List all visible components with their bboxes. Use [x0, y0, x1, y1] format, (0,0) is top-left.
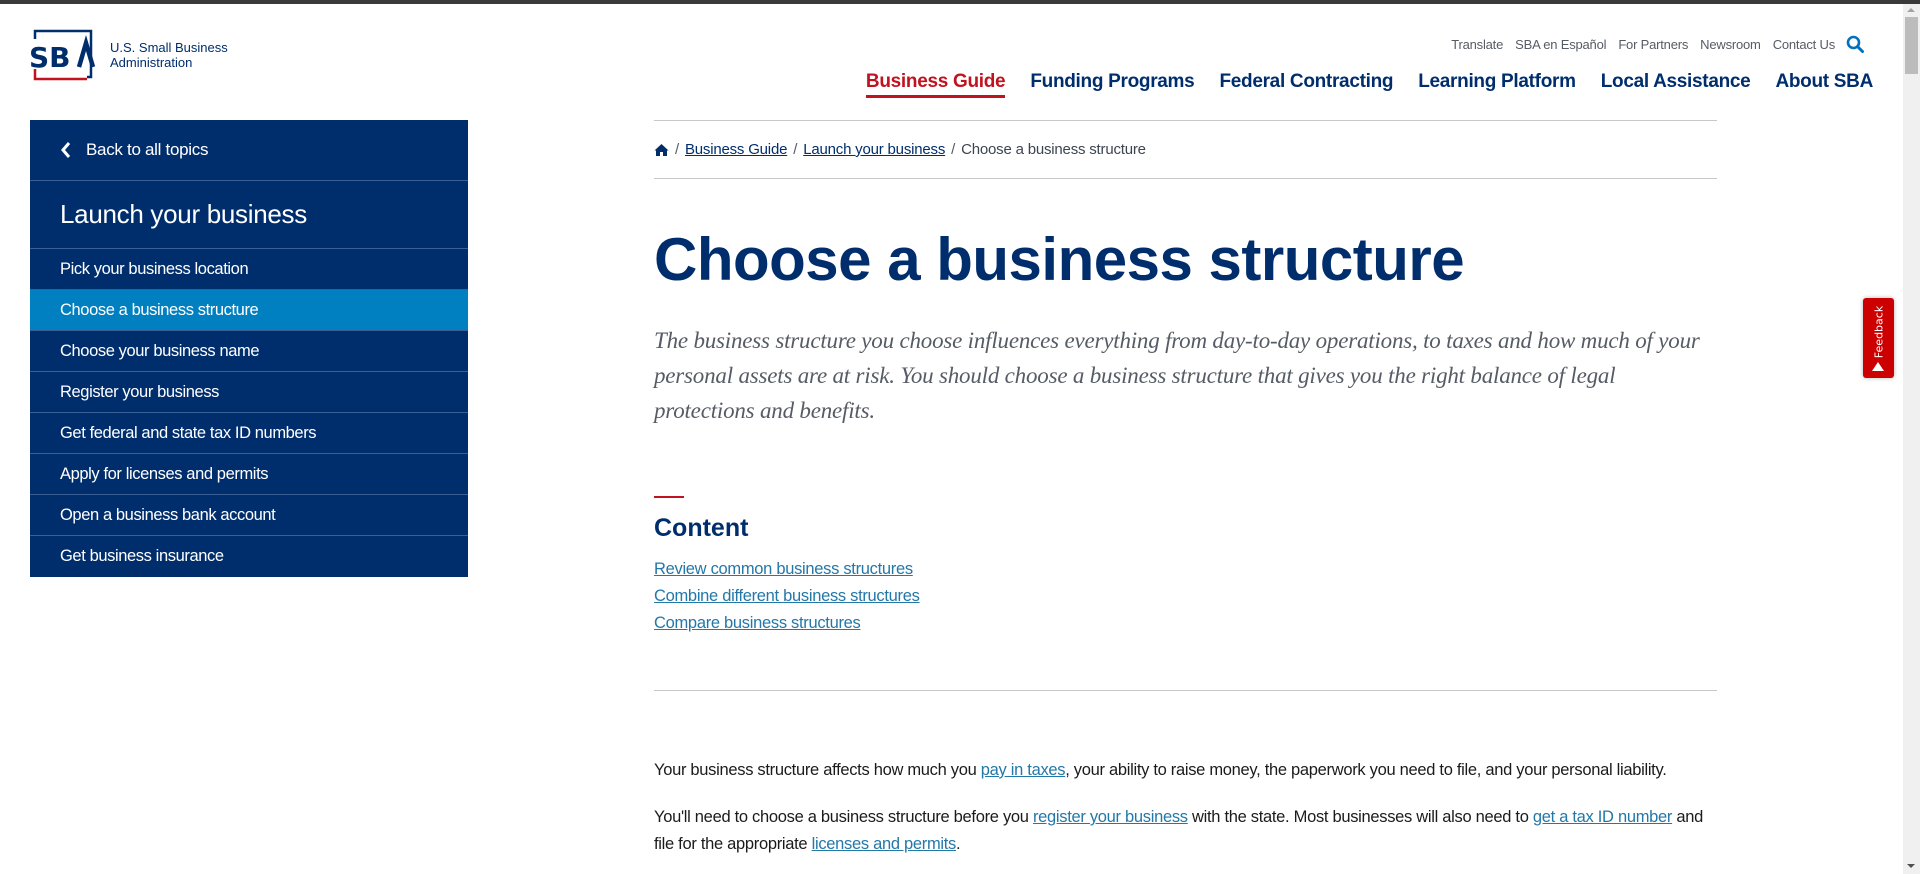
feedback-button[interactable]: Feedback [1863, 298, 1894, 378]
breadcrumb-separator: / [951, 141, 956, 158]
nav-about-sba[interactable]: About SBA [1775, 71, 1873, 98]
nav-local-assistance[interactable]: Local Assistance [1601, 71, 1751, 98]
logo-text-line1: U.S. Small Business [110, 40, 228, 55]
table-of-contents: Review common business structures Combin… [654, 556, 1717, 637]
content-accent-bar [654, 496, 684, 498]
sidebar-item-pick-location[interactable]: Pick your business location [30, 249, 468, 290]
back-label: Back to all topics [86, 140, 209, 159]
link-register-your-business[interactable]: register your business [1033, 808, 1188, 826]
utility-nav: Translate SBA en Español For Partners Ne… [1439, 35, 1864, 53]
sidebar-item-licenses[interactable]: Apply for licenses and permits [30, 454, 468, 495]
toc-link-review[interactable]: Review common business structures [654, 556, 1717, 583]
nav-federal-contracting[interactable]: Federal Contracting [1219, 71, 1393, 98]
logo-text: U.S. Small Business Administration [110, 40, 228, 70]
body-paragraph-1: Your business structure affects how much… [654, 757, 1717, 784]
sidebar-item-bank-account[interactable]: Open a business bank account [30, 495, 468, 536]
link-pay-in-taxes[interactable]: pay in taxes [981, 761, 1066, 779]
sidebar-item-choose-structure[interactable]: Choose a business structure [30, 290, 468, 331]
sidebar-item-insurance[interactable]: Get business insurance [30, 536, 468, 577]
scroll-up-arrow-icon[interactable] [1907, 8, 1915, 12]
main-content: / Business Guide / Launch your business … [654, 120, 1717, 858]
page-title: Choose a business structure [654, 226, 1465, 293]
text-span: Your business structure affects how much… [654, 761, 981, 779]
text-span: , your ability to raise money, the paper… [1065, 761, 1667, 779]
utility-link-espanol[interactable]: SBA en Español [1515, 37, 1606, 52]
nav-learning-platform[interactable]: Learning Platform [1418, 71, 1576, 98]
sba-logo[interactable]: SB U.S. Small Business Administration [29, 29, 228, 81]
nav-business-guide[interactable]: Business Guide [865, 71, 1006, 98]
breadcrumb-separator: / [793, 141, 798, 158]
main-nav: Business Guide Funding Programs Federal … [841, 71, 1873, 98]
home-icon[interactable] [654, 143, 669, 157]
sba-logo-mark: SB [29, 29, 97, 81]
search-icon[interactable] [1846, 35, 1864, 53]
utility-link-contact[interactable]: Contact Us [1773, 37, 1836, 52]
text-span: . [956, 835, 961, 853]
page-lede: The business structure you choose influe… [654, 328, 1700, 423]
body-paragraph-2: You'll need to choose a business structu… [654, 804, 1717, 858]
logo-text-line2: Administration [110, 55, 193, 70]
arrow-up-icon [1872, 362, 1884, 371]
utility-link-newsroom[interactable]: Newsroom [1700, 37, 1761, 52]
text-span: with the state. Most businesses will als… [1187, 808, 1533, 826]
toc-link-compare[interactable]: Compare business structures [654, 610, 1717, 637]
utility-link-partners[interactable]: For Partners [1618, 37, 1688, 52]
scroll-down-arrow-icon[interactable] [1907, 864, 1915, 868]
utility-link-translate[interactable]: Translate [1451, 37, 1503, 52]
toc-link-combine[interactable]: Combine different business structures [654, 583, 1717, 610]
content-divider [654, 690, 1717, 691]
link-licenses-permits[interactable]: licenses and permits [812, 835, 957, 853]
sidebar-item-tax-id[interactable]: Get federal and state tax ID numbers [30, 413, 468, 454]
feedback-label: Feedback [1872, 305, 1885, 359]
chevron-left-icon [60, 141, 72, 159]
window-top-border [0, 0, 1920, 4]
breadcrumb-separator: / [675, 141, 679, 158]
breadcrumb-current: Choose a business structure [961, 141, 1146, 158]
sidebar-item-choose-name[interactable]: Choose your business name [30, 331, 468, 372]
page-scrollbar[interactable] [1903, 4, 1920, 874]
breadcrumb: / Business Guide / Launch your business … [654, 121, 1717, 178]
sidebar-nav: Back to all topics Launch your business … [30, 120, 468, 577]
scrollbar-thumb[interactable] [1905, 17, 1918, 74]
svg-text:SB: SB [29, 41, 71, 74]
back-to-all-topics-link[interactable]: Back to all topics [30, 120, 468, 181]
breadcrumb-business-guide[interactable]: Business Guide [685, 141, 787, 158]
nav-funding-programs[interactable]: Funding Programs [1030, 71, 1194, 98]
breadcrumb-launch-your-business[interactable]: Launch your business [803, 141, 945, 158]
link-get-tax-id[interactable]: get a tax ID number [1533, 808, 1673, 826]
sidebar-title: Launch your business [30, 181, 468, 249]
sidebar-item-register[interactable]: Register your business [30, 372, 468, 413]
text-span: You'll need to choose a business structu… [654, 808, 1033, 826]
content-heading: Content [654, 514, 749, 542]
breadcrumb-bottom-rule [654, 178, 1717, 179]
